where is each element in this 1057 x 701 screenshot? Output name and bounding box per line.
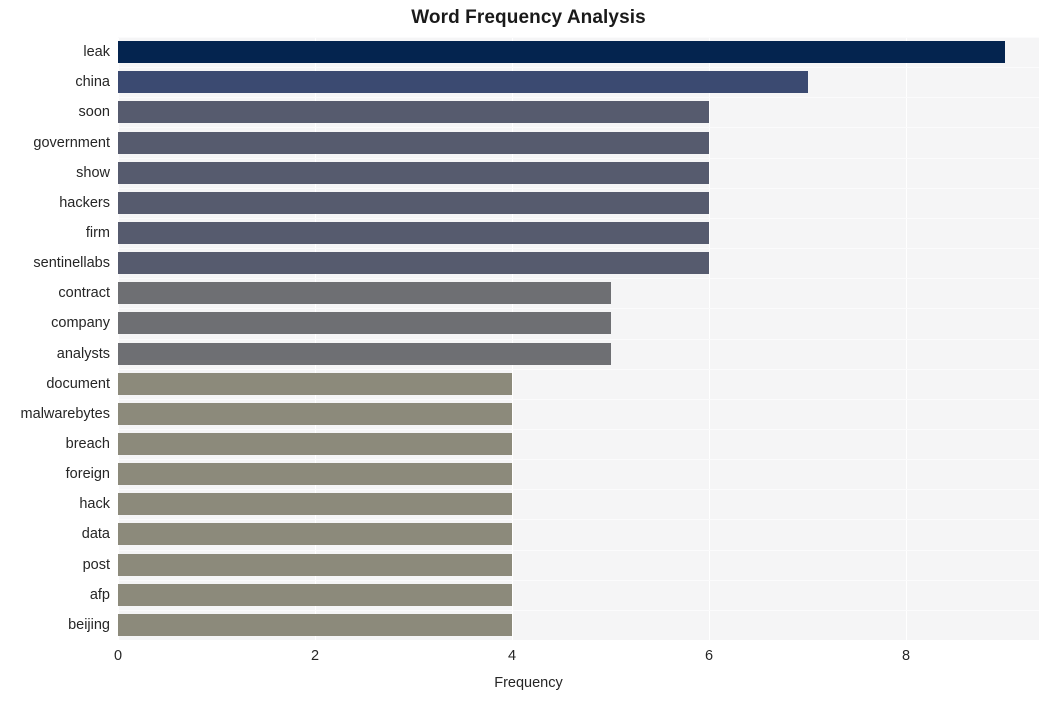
y-axis-label-government: government xyxy=(33,134,110,151)
bar-hack[interactable] xyxy=(118,493,512,516)
y-axis-label-beijing: beijing xyxy=(68,616,110,633)
y-axis-label-hackers: hackers xyxy=(59,194,110,211)
y-axis-label-company: company xyxy=(51,315,110,332)
bar-leak[interactable] xyxy=(118,41,1005,64)
bar-sentinellabs[interactable] xyxy=(118,252,710,275)
bar-show[interactable] xyxy=(118,161,710,184)
x-tick-label-2: 2 xyxy=(310,648,320,664)
bar-malwarebytes[interactable] xyxy=(118,402,512,425)
bar-afp[interactable] xyxy=(118,583,512,606)
bar-soon[interactable] xyxy=(118,101,710,124)
y-axis-label-afp: afp xyxy=(89,586,110,603)
bar-firm[interactable] xyxy=(118,221,710,244)
x-tick-label-8: 8 xyxy=(901,648,911,664)
x-tick-label-6: 6 xyxy=(704,648,714,664)
y-axis-label-hack: hack xyxy=(79,496,110,513)
y-axis-label-sentinellabs: sentinellabs xyxy=(33,255,110,272)
bar-breach[interactable] xyxy=(118,433,512,456)
y-axis-label-china: china xyxy=(75,74,110,91)
bar-document[interactable] xyxy=(118,372,512,395)
bar-contract[interactable] xyxy=(118,282,611,305)
y-axis-labels: leak china soon government show hackers firm se… xyxy=(0,37,110,640)
bar-foreign[interactable] xyxy=(118,463,512,486)
word-frequency-bar-chart: Word Frequency Analysis leak china soon gov… xyxy=(0,0,1057,701)
y-axis-label-contract: contract xyxy=(58,285,110,302)
bar-analysts[interactable] xyxy=(118,342,611,365)
plot-area xyxy=(118,37,1039,640)
bar-hackers[interactable] xyxy=(118,191,710,214)
y-axis-label-soon: soon xyxy=(78,104,110,121)
bar-series xyxy=(118,37,1039,640)
bar-government[interactable] xyxy=(118,131,710,154)
y-axis-label-malwarebytes: malwarebytes xyxy=(20,405,110,422)
bar-data[interactable] xyxy=(118,523,512,546)
y-axis-label-post: post xyxy=(82,556,110,573)
y-axis-label-breach: breach xyxy=(65,436,110,453)
y-axis-label-analysts: analysts xyxy=(56,345,110,362)
y-axis-label-data: data xyxy=(81,526,110,543)
y-axis-label-firm: firm xyxy=(85,224,110,241)
chart-title: Word Frequency Analysis xyxy=(411,7,646,28)
y-axis-label-leak: leak xyxy=(83,44,110,61)
y-axis-label-show: show xyxy=(76,164,110,181)
bar-post[interactable] xyxy=(118,553,512,576)
x-tick-label-4: 4 xyxy=(507,648,517,664)
y-axis-label-document: document xyxy=(46,375,110,392)
x-axis-title: Frequency xyxy=(494,675,563,691)
bar-china[interactable] xyxy=(118,71,808,94)
bar-company[interactable] xyxy=(118,312,611,335)
bar-beijing[interactable] xyxy=(118,613,512,636)
y-axis-label-foreign: foreign xyxy=(65,466,110,483)
x-tick-label-0: 0 xyxy=(113,648,123,664)
